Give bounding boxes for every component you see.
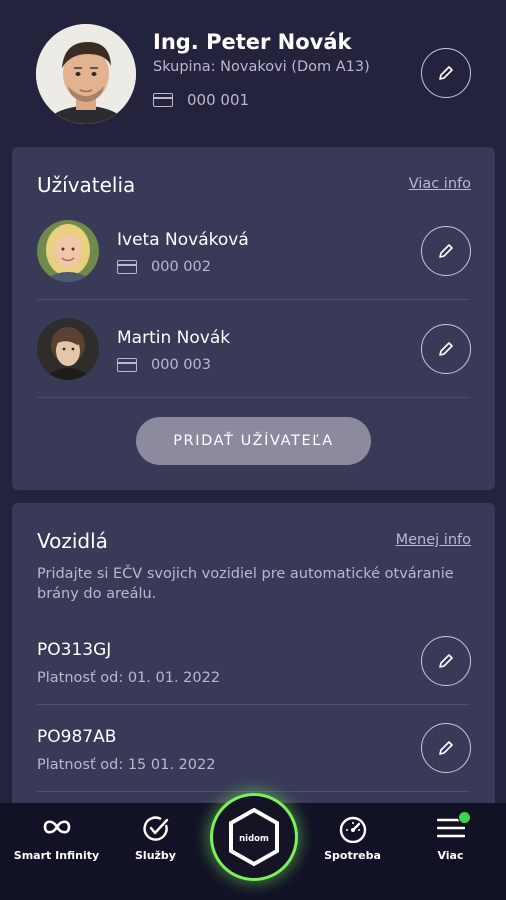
profile-avatar (36, 24, 136, 124)
user-card-number: 000 003 (117, 357, 211, 373)
vehicles-section: Vozidlá Menej info Pridajte si EČV svoji… (12, 503, 495, 833)
user-name: Iveta Nováková (117, 230, 249, 250)
nidom-logo-text: nidom (239, 834, 269, 844)
users-section: Užívatelia Viac info Iveta Nováková 000 … (12, 147, 495, 490)
profile-photo (36, 24, 136, 124)
user-avatar (37, 220, 99, 282)
card-icon (117, 260, 137, 274)
add-user-button[interactable]: PRIDAŤ UŽÍVATEĽA (136, 417, 371, 465)
user-row[interactable]: Iveta Nováková 000 002 (37, 202, 471, 300)
vehicle-row[interactable]: PO313GJ Platnosť od: 01. 01. 2022 (37, 618, 471, 705)
nav-services[interactable]: Služby (105, 803, 206, 900)
vehicle-valid-from: Platnosť od: 15 01. 2022 (37, 757, 216, 773)
user-card-number: 000 002 (117, 259, 211, 275)
profile-group: Skupina: Novakovi (Dom A13) (153, 59, 370, 75)
pencil-icon (439, 342, 453, 356)
user-photo (37, 220, 99, 282)
infinity-icon (6, 815, 107, 839)
edit-vehicle-button[interactable] (421, 723, 471, 773)
pencil-icon (439, 244, 453, 258)
vehicle-plate: PO313GJ (37, 640, 112, 660)
vehicles-section-title: Vozidlá (37, 529, 108, 553)
nav-label: Služby (135, 849, 176, 862)
pencil-icon (439, 66, 453, 80)
gauge-icon (302, 815, 403, 843)
profile-name: Ing. Peter Novák (153, 30, 352, 54)
nidom-home-button[interactable]: nidom (210, 793, 298, 881)
nav-label: Spotreba (324, 849, 381, 862)
vehicle-row[interactable]: PO987AB Platnosť od: 15 01. 2022 (37, 705, 471, 792)
edit-vehicle-button[interactable] (421, 636, 471, 686)
menu-icon (400, 815, 501, 841)
user-name: Martin Novák (117, 328, 231, 348)
profile-card-number-text: 000 001 (187, 91, 250, 109)
vehicle-valid-from: Platnosť od: 01. 01. 2022 (37, 670, 221, 686)
nav-label: Viac (437, 849, 464, 862)
user-avatar (37, 318, 99, 380)
edit-profile-button[interactable] (421, 48, 471, 98)
pencil-icon (439, 654, 453, 668)
vehicle-plate: PO987AB (37, 727, 117, 747)
profile-card-number: 000 001 (153, 89, 249, 111)
check-circle-icon (105, 815, 206, 843)
user-photo (37, 318, 99, 380)
nidom-logo-icon: nidom (229, 807, 279, 867)
edit-user-button[interactable] (421, 226, 471, 276)
users-section-title: Užívatelia (37, 173, 136, 197)
nav-more[interactable]: Viac (400, 803, 501, 900)
nav-smart-infinity[interactable]: Smart Infinity (6, 803, 107, 900)
user-card-number-text: 000 003 (151, 357, 211, 373)
pencil-icon (439, 741, 453, 755)
profile-page: Ing. Peter Novák Skupina: Novakovi (Dom … (0, 0, 506, 900)
card-icon (153, 93, 173, 107)
vehicles-less-info-link[interactable]: Menej info (396, 532, 471, 548)
edit-user-button[interactable] (421, 324, 471, 374)
nav-consumption[interactable]: Spotreba (302, 803, 403, 900)
vehicles-description: Pridajte si EČV svojich vozidiel pre aut… (37, 566, 454, 602)
nav-label: Smart Infinity (13, 849, 100, 862)
user-row[interactable]: Martin Novák 000 003 (37, 300, 471, 398)
profile-header: Ing. Peter Novák Skupina: Novakovi (Dom … (0, 0, 506, 145)
notification-badge (458, 811, 471, 824)
card-icon (117, 358, 137, 372)
users-more-info-link[interactable]: Viac info (409, 176, 471, 192)
user-card-number-text: 000 002 (151, 259, 211, 275)
